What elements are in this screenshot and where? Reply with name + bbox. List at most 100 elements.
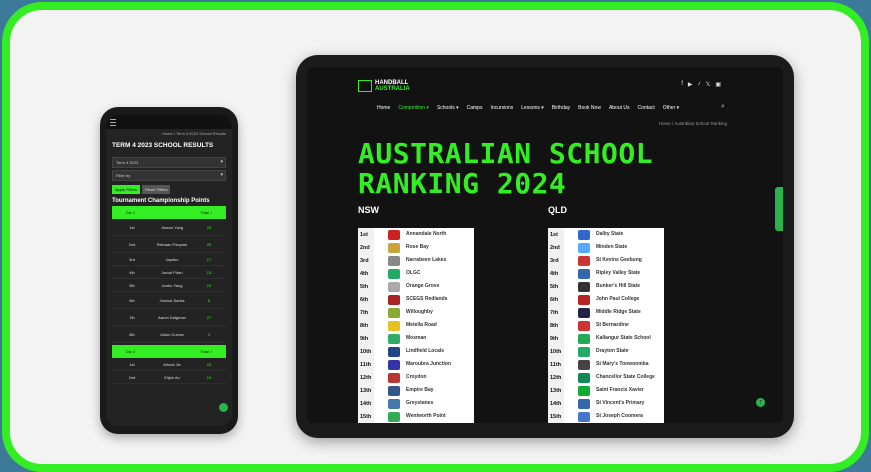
logo-icon [358, 80, 372, 92]
rank-position: 7th [358, 306, 374, 319]
chat-icon[interactable] [219, 403, 228, 412]
school-crest-icon [388, 385, 400, 396]
ranking-row: 5th Orange Grove [358, 280, 474, 293]
school-name: Dalby State [596, 230, 624, 237]
search-icon[interactable]: ⌕ [721, 103, 725, 111]
ranking-row: 8th Metella Road [358, 319, 474, 332]
nav-item[interactable]: Home [377, 105, 390, 111]
division-label: Div 1 [126, 210, 136, 215]
school-crest-icon [578, 281, 590, 292]
ranking-row: 2nd Minden State [548, 241, 664, 254]
school-crest-icon [578, 411, 590, 422]
ranking-row: 6th SCEGS Redlands [358, 293, 474, 306]
nav-item[interactable]: Competition ▾ [398, 105, 429, 111]
school-name: Ripley Valley State [596, 269, 641, 276]
points-cell: 20 [206, 241, 212, 247]
x-icon[interactable]: 𝕏 [705, 81, 710, 88]
rank-position: 3rd [358, 254, 374, 267]
school-name: Narrabeen Lakes [406, 256, 447, 263]
school-name: Mosman [406, 334, 427, 341]
filter-select[interactable]: Filter by [112, 170, 226, 181]
position-cell: 2nd [128, 241, 136, 247]
rank-position: 5th [548, 280, 564, 293]
points-cell: 17 [206, 256, 212, 262]
ranking-row: 5th Bunker's Hill State [548, 280, 664, 293]
points-cell: 27 [206, 314, 212, 320]
school-name: Annandale North [406, 230, 447, 237]
name-cell: Jayden [165, 256, 179, 262]
ranking-row: 3rd St Kevins Geebung [548, 254, 664, 267]
scroll-up-icon[interactable]: ↑ [756, 398, 765, 407]
nav-item[interactable]: Schools ▾ [437, 105, 459, 111]
name-cell: Alhoot Jin [163, 361, 181, 367]
term-select[interactable]: Term 4 2023 [112, 157, 226, 168]
rank-position: 7th [548, 306, 564, 319]
name-cell: Elijah Au [164, 374, 180, 380]
school-crest-icon [388, 346, 400, 357]
position-cell: 8th [129, 331, 135, 337]
school-name: Chancellor State College [596, 373, 655, 380]
rank-position: 15th [548, 410, 564, 423]
nav-item[interactable]: Contact [638, 105, 655, 111]
school-crest-icon [388, 333, 400, 344]
side-feedback-tab[interactable] [775, 187, 783, 231]
nav-item[interactable]: Lessons ▾ [521, 105, 544, 111]
ranking-row: 10th Lindfield Locals [358, 345, 474, 358]
ranking-row: 6th John Paul College [548, 293, 664, 306]
tiktok-icon[interactable]: ♪ [697, 81, 700, 88]
points-cell: 19 [206, 374, 212, 380]
table-row: 6th Joshua Sarkis 8 [112, 292, 226, 309]
school-name: St Mary's Toowoomba [596, 360, 649, 367]
school-crest-icon [388, 398, 400, 409]
ranking-row: 11th St Mary's Toowoomba [548, 358, 664, 371]
total-header[interactable]: Total ↑ [200, 210, 212, 215]
rank-position: 4th [548, 267, 564, 280]
school-crest-icon [578, 359, 590, 370]
nav-item[interactable]: Book Now [578, 105, 601, 111]
nav-item[interactable]: Birthday [552, 105, 570, 111]
table-row: 3rd Jayden 17 [112, 253, 226, 266]
nav-item[interactable]: About Us [609, 105, 630, 111]
ranking-row: 15th Wentworth Point [358, 410, 474, 423]
ranking-row: 12th Croydon [358, 371, 474, 384]
points-cell: 23 [206, 224, 212, 230]
rank-position: 11th [358, 358, 374, 371]
instagram-icon[interactable]: ▣ [715, 81, 721, 88]
position-cell: 3rd [129, 256, 135, 262]
school-crest-icon [388, 307, 400, 318]
table-row: 1st Jinwoo Yang 23 [112, 219, 226, 236]
school-crest-icon [578, 242, 590, 253]
menu-icon[interactable] [110, 118, 116, 126]
name-cell: Jacob Phan [161, 269, 183, 275]
nav-item[interactable]: Incursions [490, 105, 513, 111]
table-row: 1st Alhoot Jin 23 [112, 358, 226, 371]
total-header[interactable]: Total ↑ [200, 349, 212, 354]
section-title: Tournament Championship Points [112, 198, 210, 204]
school-crest-icon [578, 294, 590, 305]
school-name: Croydon [406, 373, 427, 380]
nav-item[interactable]: Other ▾ [663, 105, 679, 111]
school-name: Saint Francis Xavier [596, 386, 644, 393]
youtube-icon[interactable]: ▶ [688, 81, 693, 88]
nsw-label: NSW [358, 205, 379, 215]
nav-item[interactable]: Camps [467, 105, 483, 111]
school-crest-icon [578, 268, 590, 279]
apply-filters-button[interactable]: Apply Filters [112, 185, 141, 194]
ranking-row: 4th OLGC [358, 267, 474, 280]
tablet-mockup: HANDBALL AUSTRALIA f ▶ ♪ 𝕏 ▣ Home Competition … [296, 55, 794, 438]
ranking-row: 13th Empire Bay [358, 384, 474, 397]
school-crest-icon [578, 333, 590, 344]
rank-position: 9th [548, 332, 564, 345]
reset-filters-button[interactable]: Reset Filters [142, 185, 171, 194]
table-header: Div 2 Total ↑ [112, 345, 226, 358]
facebook-icon[interactable]: f [681, 81, 683, 88]
ranking-row: 13th Saint Francis Xavier [548, 384, 664, 397]
title-line1: AUSTRALIAN SCHOOL [358, 137, 654, 170]
points-cell: 8 [207, 297, 211, 303]
title-line2: RANKING 2024 [358, 167, 567, 200]
name-cell: Junho Yang [161, 282, 183, 288]
school-crest-icon [578, 320, 590, 331]
phone-screen: Home / Term 4 2023 School Results TERM 4… [106, 115, 232, 426]
school-crest-icon [388, 268, 400, 279]
handball-australia-logo[interactable]: HANDBALL AUSTRALIA [358, 80, 410, 92]
